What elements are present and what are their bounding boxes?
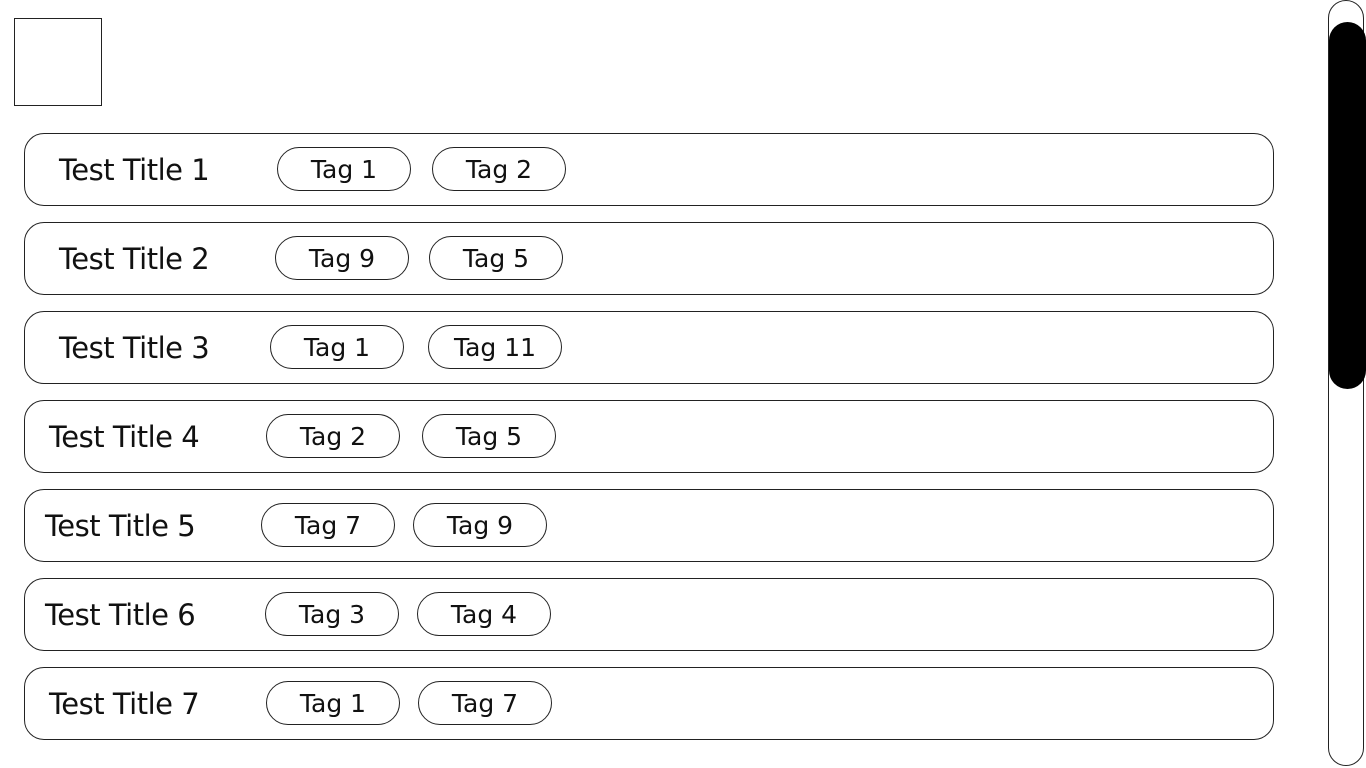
item-title: Test Title 6 [45,597,196,632]
tag-chip[interactable]: Tag 7 [418,681,552,725]
tag-chip[interactable]: Tag 2 [266,414,400,458]
tag-chip[interactable]: Tag 9 [275,236,409,280]
tag-chip[interactable]: Tag 4 [417,592,551,636]
item-title: Test Title 4 [49,419,200,454]
list-item[interactable]: Test Title 5 Tag 7 Tag 9 [24,489,1274,562]
list-item[interactable]: Test Title 6 Tag 3 Tag 4 [24,578,1274,651]
scrollbar-thumb[interactable] [1329,22,1366,389]
page: Test Title 1 Tag 1 Tag 2 Test Title 2 Ta… [0,0,1366,768]
item-title: Test Title 3 [59,330,210,365]
tag-chip[interactable]: Tag 7 [261,503,395,547]
image-placeholder [14,18,102,106]
item-title: Test Title 5 [45,508,196,543]
tag-chip[interactable]: Tag 9 [413,503,547,547]
item-list: Test Title 1 Tag 1 Tag 2 Test Title 2 Ta… [24,133,1274,756]
list-item[interactable]: Test Title 2 Tag 9 Tag 5 [24,222,1274,295]
item-title: Test Title 2 [59,241,210,276]
list-item[interactable]: Test Title 4 Tag 2 Tag 5 [24,400,1274,473]
tag-chip[interactable]: Tag 11 [428,325,562,369]
tag-chip[interactable]: Tag 1 [266,681,400,725]
item-title: Test Title 7 [49,686,200,721]
list-item[interactable]: Test Title 3 Tag 1 Tag 11 [24,311,1274,384]
tag-chip[interactable]: Tag 1 [277,147,411,191]
list-item[interactable]: Test Title 1 Tag 1 Tag 2 [24,133,1274,206]
tag-chip[interactable]: Tag 5 [422,414,556,458]
tag-chip[interactable]: Tag 5 [429,236,563,280]
tag-chip[interactable]: Tag 2 [432,147,566,191]
tag-chip[interactable]: Tag 3 [265,592,399,636]
list-item[interactable]: Test Title 7 Tag 1 Tag 7 [24,667,1274,740]
item-title: Test Title 1 [59,152,210,187]
tag-chip[interactable]: Tag 1 [270,325,404,369]
